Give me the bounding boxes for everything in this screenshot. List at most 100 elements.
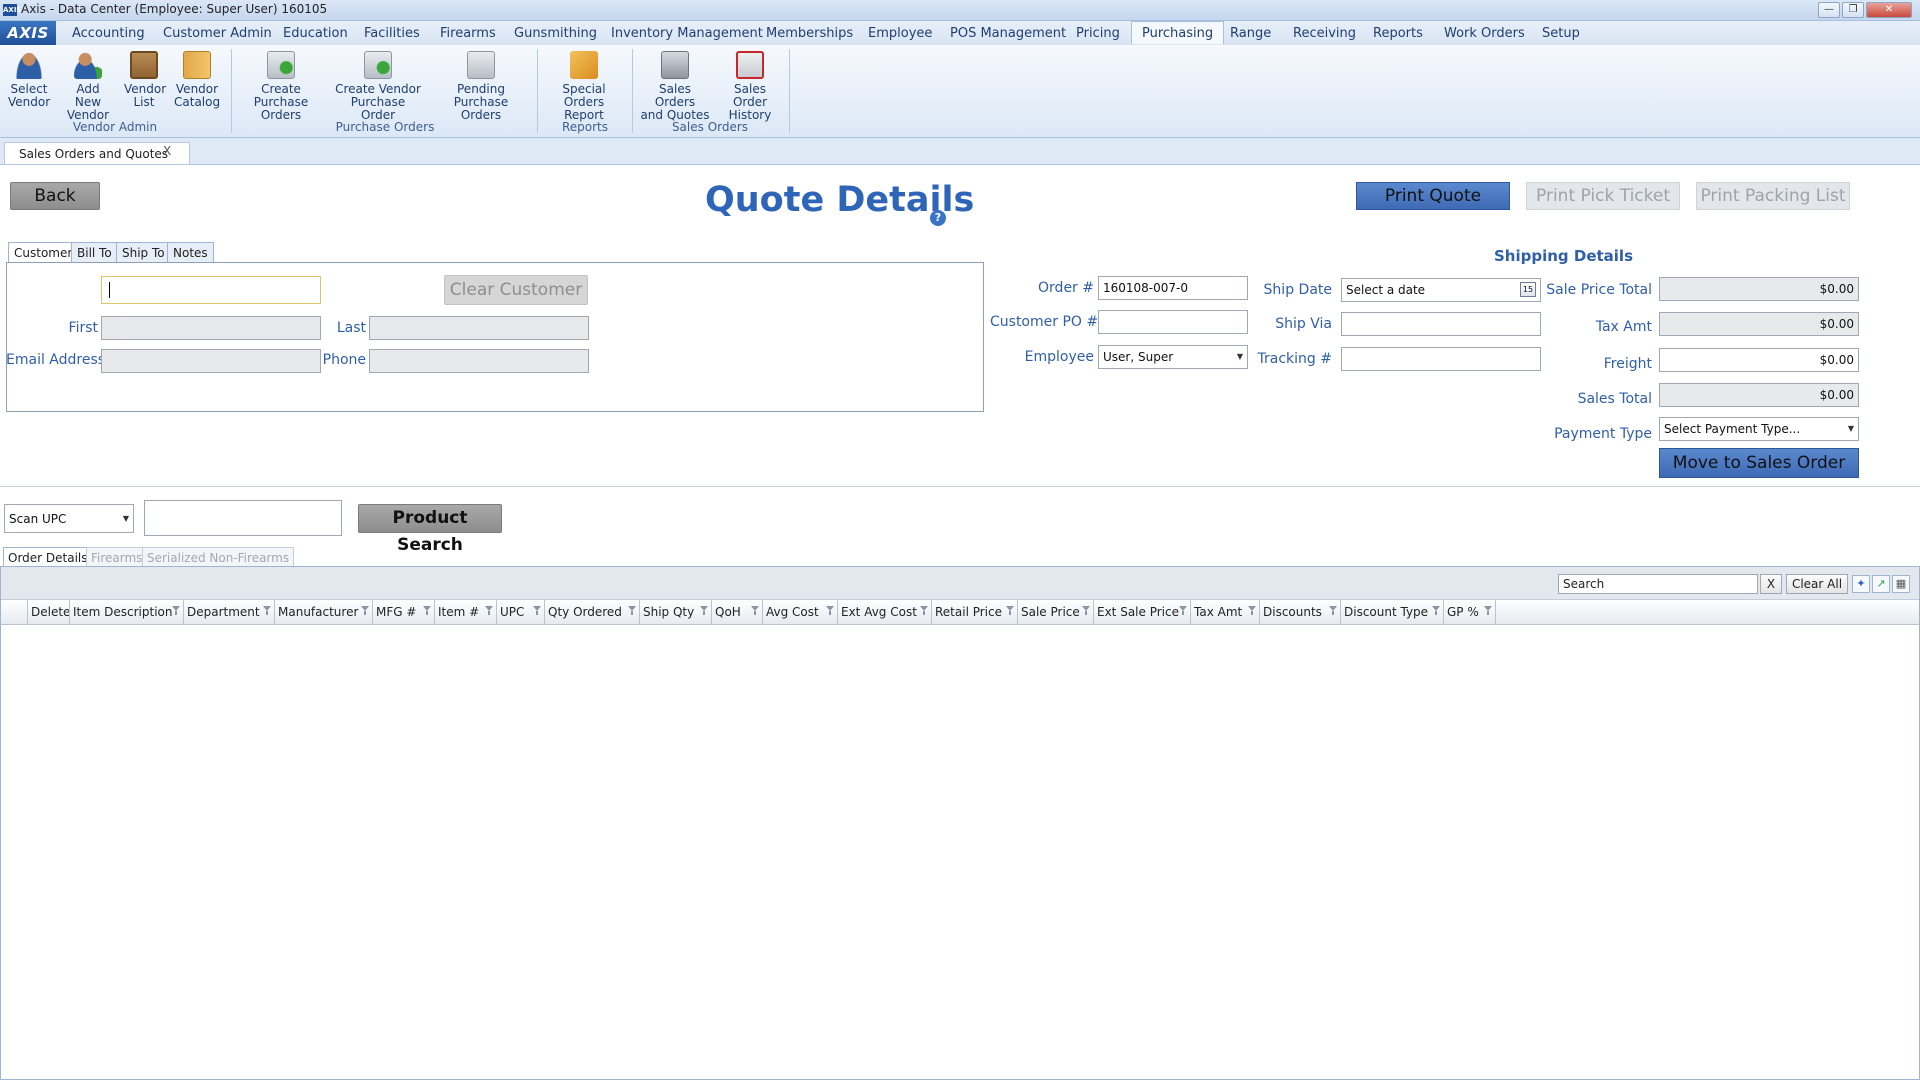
column-header-sale-price[interactable]: Sale Price: [1018, 600, 1094, 624]
tab-order-details[interactable]: Order Details: [3, 547, 93, 566]
back-button[interactable]: Back: [10, 182, 100, 210]
column-header-avg-cost[interactable]: Avg Cost: [763, 600, 838, 624]
menu-accounting[interactable]: Accounting: [72, 26, 145, 41]
scan-mode-dropdown[interactable]: Scan UPC ▼: [4, 504, 134, 533]
column-header-manufacturer[interactable]: Manufacturer: [275, 600, 373, 624]
customer-po-field[interactable]: [1098, 310, 1248, 334]
filter-icon[interactable]: [1006, 606, 1015, 615]
freight-field[interactable]: $0.00: [1659, 348, 1859, 372]
filter-icon[interactable]: [1432, 606, 1441, 615]
doc-tab-sales-orders-and-quotes[interactable]: Sales Orders and Quotes X: [4, 142, 190, 164]
print-pick-ticket-button[interactable]: Print Pick Ticket: [1526, 182, 1680, 210]
sales-orders-and-quotes-button[interactable]: Sales Orders and Quotes: [639, 51, 711, 122]
tab-serialized-non-firearms[interactable]: Serialized Non-Firearms: [142, 547, 295, 566]
special-orders-report-button[interactable]: Special Orders Report: [544, 51, 624, 122]
create-vendor-purchase-order-button[interactable]: Create Vendor Purchase Order: [333, 51, 423, 122]
scan-input[interactable]: [144, 500, 342, 536]
tab-bill-to[interactable]: Bill To: [71, 242, 118, 262]
customer-search-input[interactable]: [101, 276, 321, 304]
menu-firearms[interactable]: Firearms: [440, 26, 496, 41]
column-chooser-icon[interactable]: ▦: [1892, 575, 1910, 593]
column-header-tax-amt[interactable]: Tax Amt: [1191, 600, 1260, 624]
tab-customer[interactable]: Customer: [8, 242, 79, 263]
menu-memberships[interactable]: Memberships: [766, 26, 853, 41]
column-header-qoh[interactable]: QoH: [712, 600, 763, 624]
column-header-ext-avg-cost[interactable]: Ext Avg Cost: [838, 600, 932, 624]
sales-order-history-button[interactable]: Sales Order History: [716, 51, 784, 122]
column-header-item-description[interactable]: Item Description: [70, 600, 184, 624]
payment-type-dropdown[interactable]: Select Payment Type... ▼: [1659, 417, 1859, 441]
ship-date-picker[interactable]: Select a date 15: [1341, 278, 1541, 302]
column-header-discount-type[interactable]: Discount Type: [1341, 600, 1444, 624]
last-name-field[interactable]: [369, 316, 589, 340]
menu-facilities[interactable]: Facilities: [364, 26, 420, 41]
column-header-delete[interactable]: Delete: [28, 600, 70, 624]
menu-reports[interactable]: Reports: [1373, 26, 1423, 41]
clear-search-button[interactable]: X: [1760, 574, 1782, 594]
export-icon[interactable]: ↗: [1872, 575, 1890, 593]
filter-icon[interactable]: [826, 606, 835, 615]
menu-gunsmithing[interactable]: Gunsmithing: [514, 26, 597, 41]
filter-icon[interactable]: [700, 606, 709, 615]
select-vendor-button[interactable]: Select Vendor: [8, 51, 50, 109]
order-number-field[interactable]: 160108-007-0: [1098, 276, 1248, 300]
filter-icon[interactable]: [1248, 606, 1257, 615]
menu-pricing[interactable]: Pricing: [1076, 26, 1120, 41]
menu-range[interactable]: Range: [1230, 26, 1271, 41]
column-header-item-number[interactable]: Item #: [435, 600, 497, 624]
tab-notes[interactable]: Notes: [167, 242, 214, 262]
close-tab-icon[interactable]: X: [163, 144, 171, 158]
column-header-discounts[interactable]: Discounts: [1260, 600, 1341, 624]
filter-icon[interactable]: [263, 606, 272, 615]
print-quote-button[interactable]: Print Quote: [1356, 182, 1510, 210]
employee-dropdown[interactable]: User, Super ▼: [1098, 345, 1248, 369]
filter-icon[interactable]: [172, 606, 181, 615]
close-window-icon[interactable]: ✕: [1866, 2, 1912, 18]
ship-via-field[interactable]: [1341, 312, 1541, 336]
product-search-button[interactable]: Product Search: [358, 504, 502, 555]
menu-employee[interactable]: Employee: [868, 26, 932, 41]
filter-icon[interactable]: [533, 606, 542, 615]
menu-inventory-management[interactable]: Inventory Management: [611, 26, 763, 41]
menu-education[interactable]: Education: [283, 26, 348, 41]
column-header-retail-price[interactable]: Retail Price: [932, 600, 1018, 624]
grid-search-input[interactable]: Search: [1558, 574, 1758, 594]
column-header-department[interactable]: Department: [184, 600, 275, 624]
add-new-vendor-button[interactable]: Add New Vendor: [62, 51, 114, 122]
tab-ship-to[interactable]: Ship To: [116, 242, 171, 262]
filter-icon[interactable]: [1179, 606, 1188, 615]
pin-icon[interactable]: ✦: [1852, 575, 1870, 593]
clear-all-button[interactable]: Clear All: [1786, 574, 1848, 594]
clear-customer-button[interactable]: Clear Customer: [444, 275, 588, 305]
vendor-list-button[interactable]: Vendor List: [124, 51, 166, 109]
filter-icon[interactable]: [361, 606, 370, 615]
create-purchase-orders-button[interactable]: Create Purchase Orders: [236, 51, 326, 122]
filter-icon[interactable]: [1082, 606, 1091, 615]
menu-work-orders[interactable]: Work Orders: [1444, 26, 1525, 41]
phone-field[interactable]: [369, 349, 589, 373]
filter-icon[interactable]: [751, 606, 760, 615]
filter-icon[interactable]: [485, 606, 494, 615]
vendor-catalog-button[interactable]: Vendor Catalog: [174, 51, 220, 109]
filter-icon[interactable]: [1329, 606, 1338, 615]
menu-customer-admin[interactable]: Customer Admin: [163, 26, 272, 41]
column-header-ship-qty[interactable]: Ship Qty: [640, 600, 712, 624]
column-header-ext-sale-price[interactable]: Ext Sale Price: [1094, 600, 1191, 624]
filter-icon[interactable]: [1484, 606, 1493, 615]
restore-icon[interactable]: ❐: [1842, 2, 1864, 18]
column-header-mfg-number[interactable]: MFG #: [373, 600, 435, 624]
menu-pos-management[interactable]: POS Management: [950, 26, 1066, 41]
minimize-icon[interactable]: —: [1818, 2, 1840, 18]
menu-receiving[interactable]: Receiving: [1293, 26, 1356, 41]
filter-icon[interactable]: [920, 606, 929, 615]
calendar-icon[interactable]: 15: [1520, 282, 1536, 297]
filter-icon[interactable]: [423, 606, 432, 615]
menu-purchasing[interactable]: Purchasing: [1131, 21, 1225, 44]
print-packing-list-button[interactable]: Print Packing List: [1696, 182, 1850, 210]
column-header-qty-ordered[interactable]: Qty Ordered: [545, 600, 640, 624]
filter-icon[interactable]: [628, 606, 637, 615]
first-name-field[interactable]: [101, 316, 321, 340]
email-address-field[interactable]: [101, 349, 321, 373]
column-header-upc[interactable]: UPC: [497, 600, 545, 624]
column-header-gp-percent[interactable]: GP %: [1444, 600, 1496, 624]
